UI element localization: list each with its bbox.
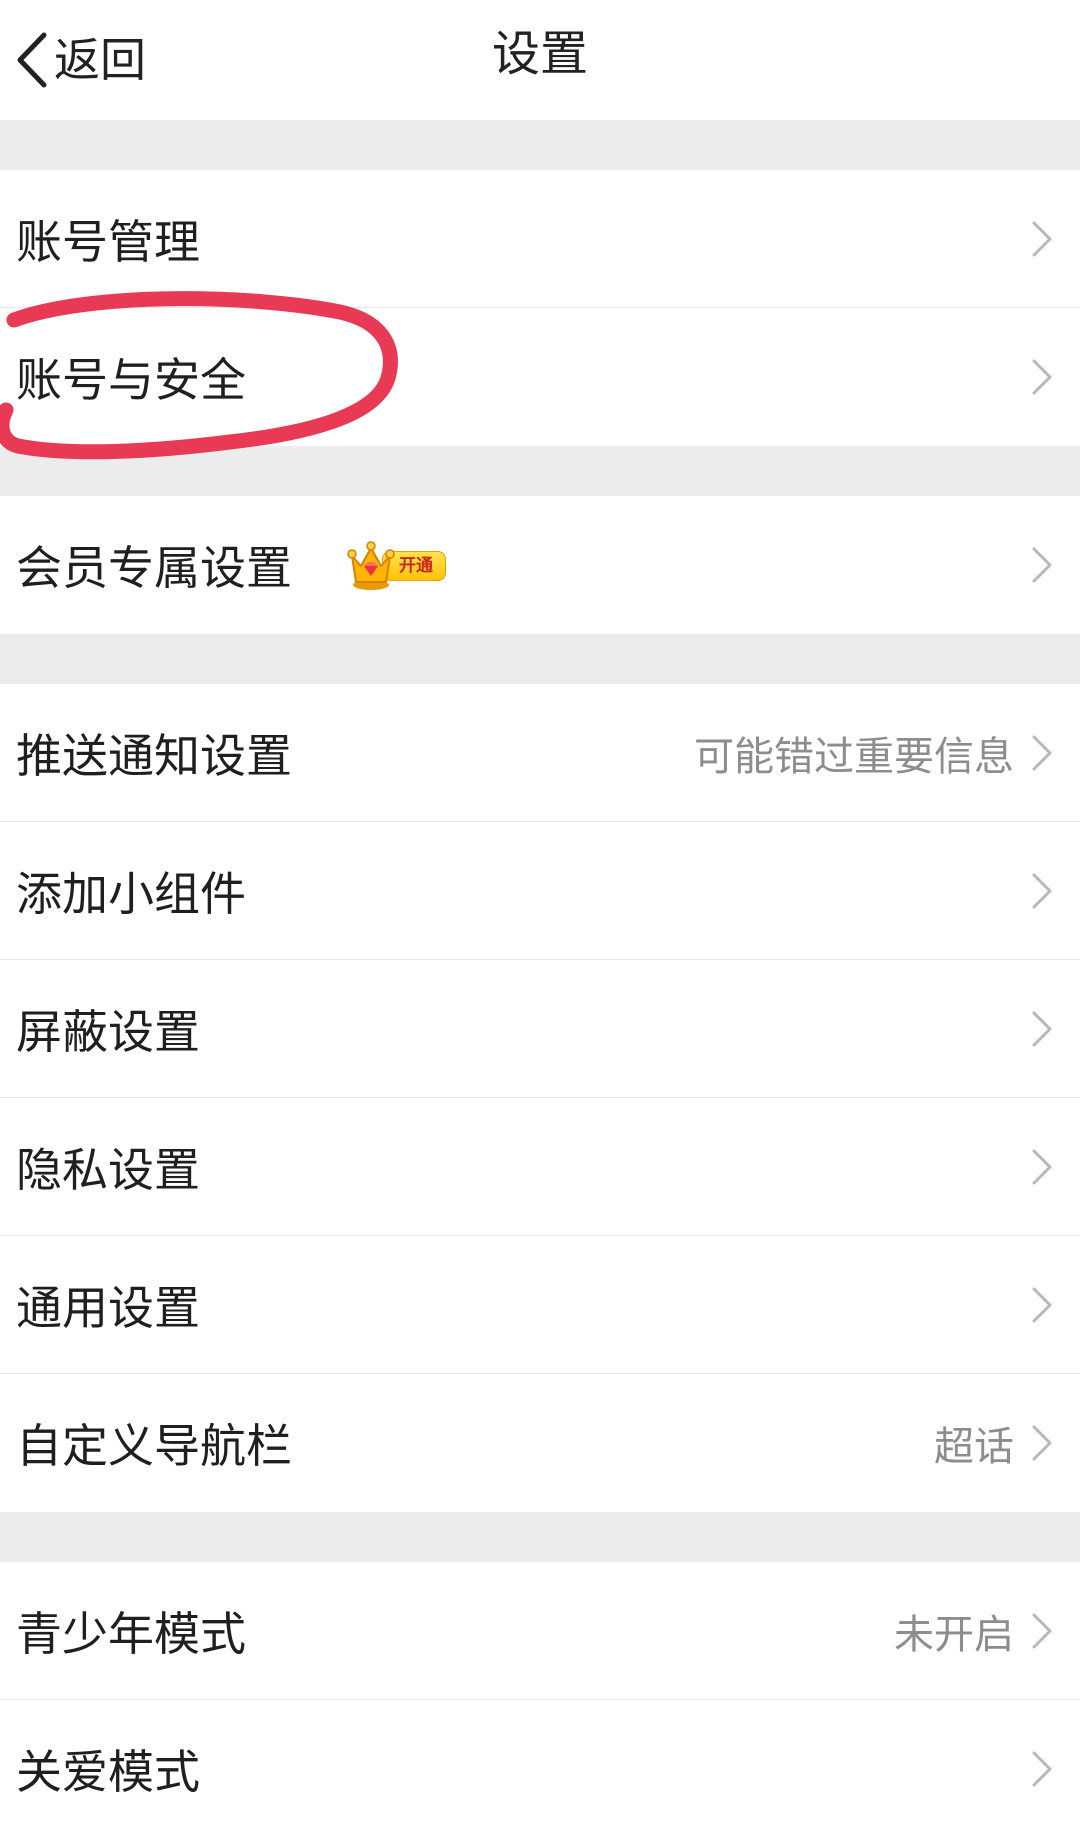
settings-item-value: 可能错过重要信息 [694,734,1014,780]
chevron-right-icon [1030,1285,1054,1325]
chevron-right-icon [1030,733,1054,773]
chevron-right-icon [1030,871,1054,911]
settings-item-account-security[interactable]: 账号与安全 [0,308,1080,446]
settings-item-label: 隐私设置 [16,1143,200,1197]
settings-item-add-widget[interactable]: 添加小组件 [0,822,1080,960]
settings-item-label: 会员专属设置 [16,541,292,595]
section-divider [0,446,1080,496]
settings-item-label: 账号管理 [16,215,200,269]
settings-item-label: 账号与安全 [16,353,246,407]
settings-item-block-settings[interactable]: 屏蔽设置 [0,960,1080,1098]
chevron-right-icon [1030,545,1054,585]
header-bar: 返回 设置 [0,0,1080,120]
chevron-right-icon [1030,219,1054,259]
settings-item-custom-nav-bar[interactable]: 自定义导航栏 超话 [0,1374,1080,1512]
vip-open-badge[interactable]: 开通 [346,538,452,592]
settings-item-value: 超话 [934,1424,1014,1470]
chevron-right-icon [1030,1423,1054,1463]
settings-item-label: 添加小组件 [16,867,246,921]
chevron-right-icon [1030,1147,1054,1187]
settings-item-label: 屏蔽设置 [16,1005,200,1059]
settings-item-label: 推送通知设置 [16,729,292,783]
section-divider [0,634,1080,684]
settings-item-teen-mode[interactable]: 青少年模式 未开启 [0,1562,1080,1700]
settings-item-general-settings[interactable]: 通用设置 [0,1236,1080,1374]
settings-item-push-notifications[interactable]: 推送通知设置 可能错过重要信息 [0,684,1080,822]
chevron-right-icon [1030,1009,1054,1049]
settings-item-label: 自定义导航栏 [16,1419,292,1473]
settings-item-vip-settings[interactable]: 会员专属设置 开通 [0,496,1080,634]
page-title: 设置 [491,26,588,82]
crown-icon [346,538,396,592]
settings-item-privacy-settings[interactable]: 隐私设置 [0,1098,1080,1236]
chevron-right-icon [1030,1749,1054,1789]
settings-item-account-management[interactable]: 账号管理 [0,170,1080,308]
chevron-right-icon [1030,357,1054,397]
settings-item-label: 通用设置 [16,1281,200,1335]
settings-item-value: 未开启 [894,1612,1014,1658]
settings-item-label: 青少年模式 [16,1607,246,1661]
settings-item-care-mode[interactable]: 关爱模式 [0,1700,1080,1838]
chevron-right-icon [1030,1611,1054,1651]
section-divider [0,120,1080,170]
section-divider [0,1512,1080,1562]
settings-item-label: 关爱模式 [16,1745,200,1799]
